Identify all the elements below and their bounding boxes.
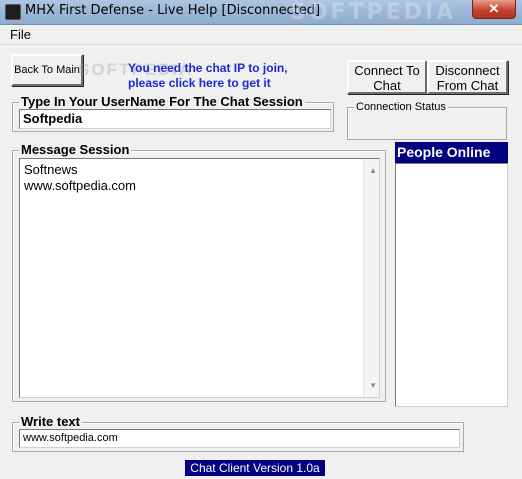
message-line: www.softpedia.com [24, 178, 136, 193]
chat-ip-line-2: please click here to get it [128, 76, 271, 90]
connect-label-line-1: Connect To [354, 63, 420, 78]
message-log[interactable]: Softnews www.softpedia.com ▲ ▼ [19, 158, 380, 398]
menu-bar: File [0, 25, 522, 45]
title-bar[interactable]: MHX First Defense - Live Help [Disconnec… [0, 0, 522, 25]
message-session-title: Message Session [19, 142, 132, 157]
title-watermark: SOFTPEDIA [290, 0, 457, 25]
chat-ip-line-1: You need the chat IP to join, [128, 61, 288, 75]
disconnect-from-chat-button[interactable]: Disconnect From Chat [427, 60, 508, 94]
people-online-list[interactable] [395, 163, 508, 407]
scroll-up-arrow-icon[interactable]: ▲ [369, 163, 377, 179]
get-chat-ip-link[interactable]: You need the chat IP to join, please cli… [128, 61, 298, 91]
username-group-title: Type In Your UserName For The Chat Sessi… [19, 94, 305, 109]
menu-file[interactable]: File [10, 27, 31, 42]
write-text-title: Write text [19, 414, 82, 429]
window-title: MHX First Defense - Live Help [Disconnec… [25, 3, 321, 18]
app-icon[interactable] [5, 4, 21, 20]
connect-to-chat-button[interactable]: Connect To Chat [347, 60, 427, 94]
connect-label-line-2: Chat [373, 78, 401, 93]
chat-window: MHX First Defense - Live Help [Disconnec… [0, 0, 522, 479]
message-scrollbar[interactable]: ▲ ▼ [363, 159, 379, 397]
version-label: Chat Client Version 1.0a [185, 460, 325, 476]
people-online-header: People Online [395, 142, 508, 163]
back-to-main-label: Back To Main [14, 64, 80, 76]
message-line: Softnews [24, 162, 78, 177]
scroll-down-arrow-icon[interactable]: ▼ [369, 378, 377, 394]
connection-status-title: Connection Status [354, 101, 448, 113]
write-text-input[interactable]: www.softpedia.com [19, 429, 460, 448]
connection-status-group: Connection Status [347, 101, 507, 140]
disconnect-label-line-2: From Chat [436, 78, 499, 93]
disconnect-label-line-1: Disconnect [435, 63, 500, 78]
close-button[interactable]: ✕ [472, 0, 516, 19]
close-icon: ✕ [488, 1, 500, 16]
back-to-main-button[interactable]: Back To Main [11, 54, 83, 86]
username-input[interactable]: Softpedia [19, 109, 331, 129]
